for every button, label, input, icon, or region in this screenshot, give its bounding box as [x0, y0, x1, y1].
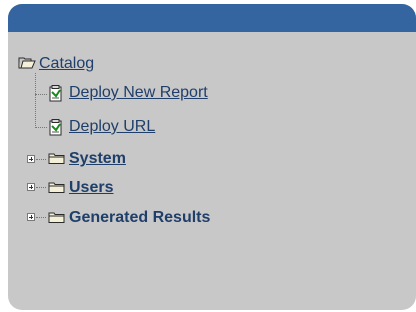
open-folder-icon	[18, 56, 36, 72]
tree-node-label[interactable]: System	[69, 150, 126, 168]
tree-node-label[interactable]: Deploy URL	[69, 118, 155, 136]
tree-node-deploy-url[interactable]: Deploy URL	[48, 118, 155, 136]
tree-node-label[interactable]: Deploy New Report	[69, 84, 208, 102]
tree-connector	[35, 94, 47, 95]
closed-folder-icon	[48, 210, 66, 226]
tree-connector	[36, 159, 46, 160]
tree-connector	[36, 217, 46, 218]
catalog-tree: Catalog Deploy New Report Deploy URL Sys…	[8, 4, 416, 310]
expand-plus-icon[interactable]	[27, 155, 35, 163]
closed-folder-icon	[48, 151, 66, 167]
expand-plus-icon[interactable]	[27, 183, 35, 191]
expand-plus-icon[interactable]	[27, 213, 35, 221]
closed-folder-icon	[48, 180, 66, 196]
tree-node-system[interactable]: System	[48, 150, 126, 168]
tree-node-label[interactable]: Generated Results	[69, 209, 210, 227]
tree-node-users[interactable]: Users	[48, 179, 113, 197]
tree-connector	[35, 127, 47, 128]
tree-node-label[interactable]: Users	[69, 179, 113, 197]
catalog-panel: Catalog Deploy New Report Deploy URL Sys…	[8, 4, 416, 310]
tree-node-label[interactable]: Catalog	[39, 55, 94, 73]
tree-node-catalog[interactable]: Catalog	[18, 55, 94, 73]
report-document-icon	[48, 85, 66, 102]
report-document-icon	[48, 119, 66, 136]
tree-node-deploy-new-report[interactable]: Deploy New Report	[48, 84, 208, 102]
tree-connector	[36, 187, 46, 188]
tree-connector	[35, 73, 36, 128]
tree-node-generated-results[interactable]: Generated Results	[48, 209, 210, 227]
